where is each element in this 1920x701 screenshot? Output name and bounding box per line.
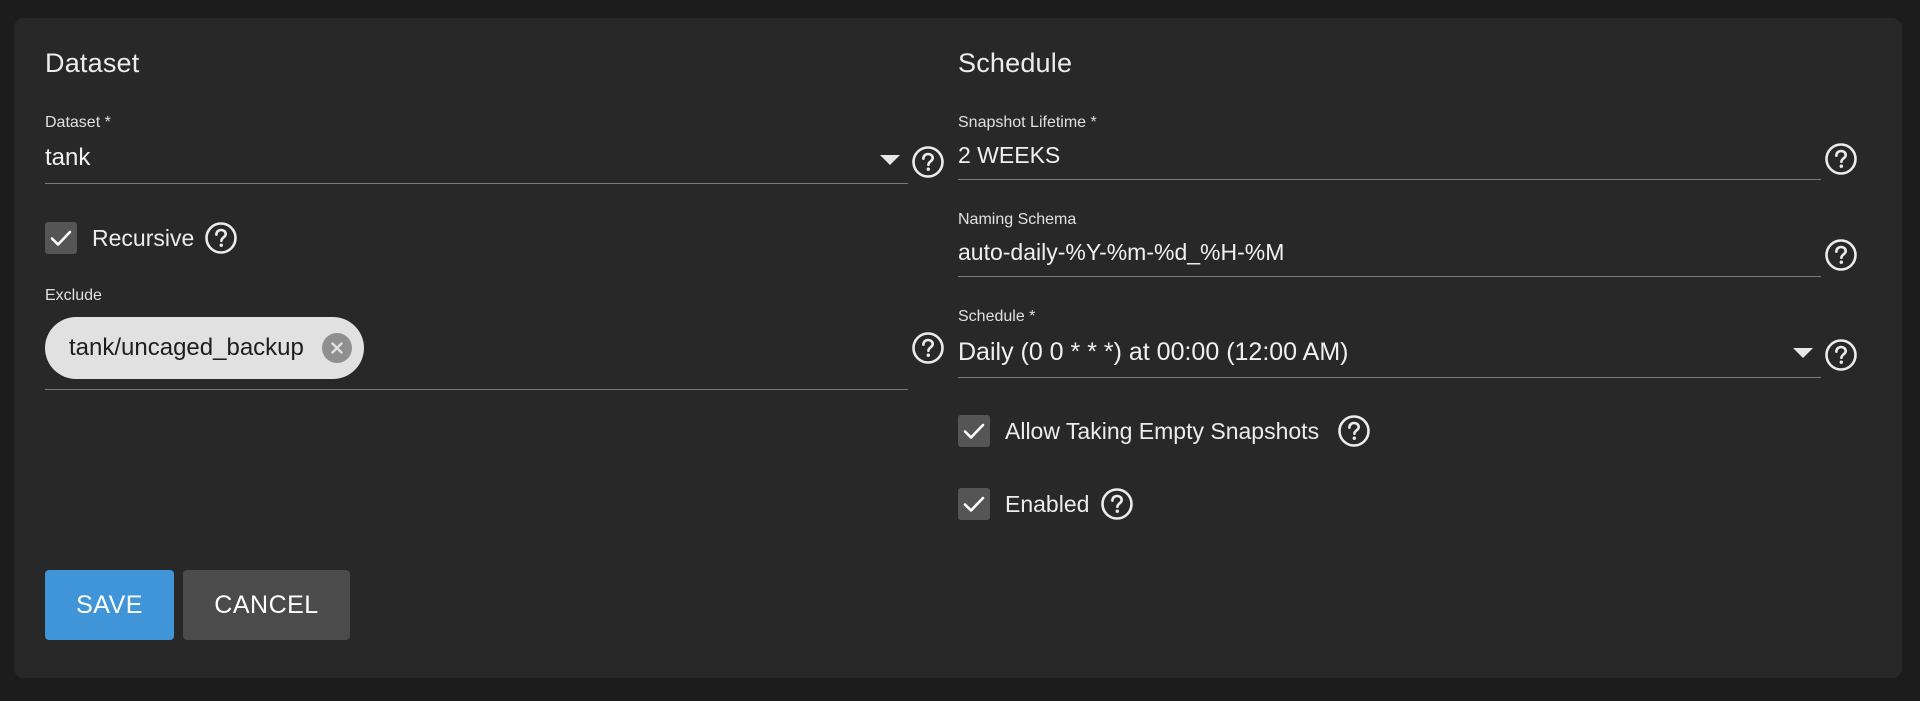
help-circle-icon[interactable]: [911, 145, 945, 179]
caret-down-icon[interactable]: [880, 155, 900, 165]
enabled-label: Enabled: [1005, 491, 1090, 517]
enabled-checkbox[interactable]: [958, 488, 990, 520]
help-circle-icon[interactable]: [1824, 238, 1858, 272]
lifetime-field-label: Snapshot Lifetime *: [958, 114, 1097, 131]
recursive-checkbox[interactable]: [45, 222, 77, 254]
cancel-circle-icon[interactable]: [321, 333, 352, 363]
help-circle-icon[interactable]: [1824, 338, 1858, 372]
dataset-field-label: Dataset *: [45, 114, 111, 131]
allow-empty-snapshots-checkbox[interactable]: [958, 415, 990, 447]
check-icon: [963, 496, 985, 512]
naming-schema-field-underline: [958, 276, 1821, 277]
cancel-button[interactable]: CANCEL: [183, 570, 350, 640]
dataset-select[interactable]: tank: [45, 144, 90, 172]
save-button[interactable]: SAVE: [45, 570, 174, 640]
exclude-chip-text: tank/uncaged_backup: [69, 334, 304, 361]
help-circle-icon[interactable]: [1337, 414, 1371, 448]
exclude-field-underline: [45, 389, 908, 390]
check-icon: [50, 230, 72, 246]
help-circle-icon[interactable]: [1824, 142, 1858, 176]
dataset-section-title: Dataset: [45, 48, 140, 78]
lifetime-field-underline: [958, 179, 1821, 180]
lifetime-input[interactable]: 2 WEEKS: [958, 142, 1060, 169]
check-icon: [963, 423, 985, 439]
help-circle-icon[interactable]: [204, 221, 238, 255]
help-circle-icon[interactable]: [911, 331, 945, 365]
allow-empty-snapshots-label: Allow Taking Empty Snapshots: [1005, 418, 1320, 444]
exclude-chip[interactable]: tank/uncaged_backup: [45, 317, 364, 379]
schedule-field-label: Schedule *: [958, 308, 1036, 325]
schedule-field-underline: [958, 377, 1821, 378]
exclude-field-label: Exclude: [45, 287, 102, 304]
recursive-label: Recursive: [92, 225, 195, 251]
caret-down-icon[interactable]: [1793, 348, 1813, 358]
form-card: Dataset Dataset * tank Recursive Exclude…: [14, 18, 1902, 678]
naming-schema-input[interactable]: auto-daily-%Y-%m-%d_%H-%M: [958, 239, 1284, 266]
schedule-section-title: Schedule: [958, 48, 1073, 78]
schedule-select[interactable]: Daily (0 0 * * *) at 00:00 (12:00 AM): [958, 338, 1348, 367]
dataset-field-underline: [45, 183, 908, 184]
help-circle-icon[interactable]: [1100, 487, 1134, 521]
naming-schema-field-label: Naming Schema: [958, 211, 1077, 228]
